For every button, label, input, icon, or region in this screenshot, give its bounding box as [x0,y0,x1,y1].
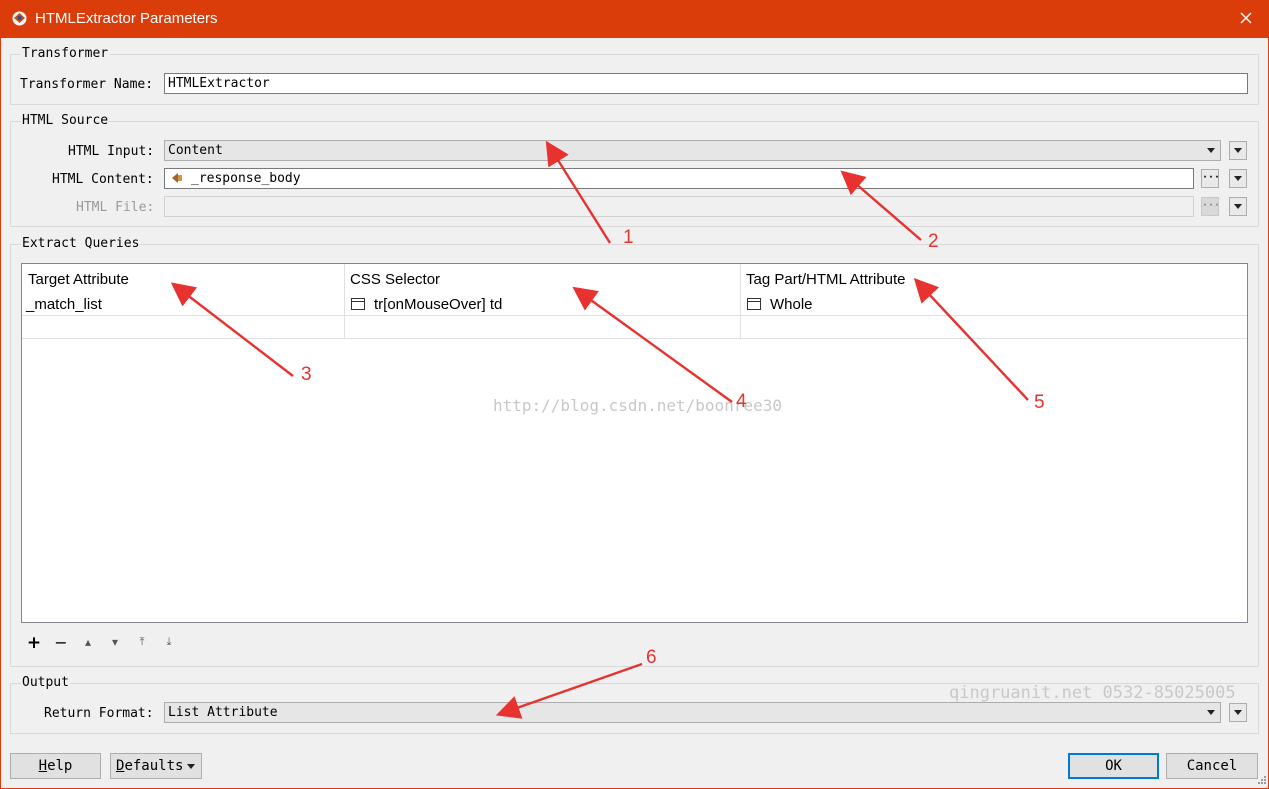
html-content-field[interactable]: _response_body [164,168,1194,189]
html-file-menu-button[interactable] [1229,197,1247,216]
html-input-menu-button[interactable] [1229,141,1247,160]
annotation-label: 4 [736,391,747,412]
html-source-group-title: HTML Source [21,113,110,128]
html-input-value: Content [168,143,223,158]
cell-type-icon [351,298,365,310]
html-input-label: HTML Input: [68,144,155,159]
transformer-name-field[interactable]: HTMLExtractor [164,73,1248,94]
move-up-button[interactable]: ▴ [80,635,96,651]
column-divider [344,264,345,339]
resize-grip-icon[interactable] [1255,775,1267,787]
return-format-dropdown[interactable]: List Attribute [164,702,1221,723]
window-title: HTMLExtractor Parameters [35,10,218,27]
html-file-field[interactable] [164,196,1194,217]
title-bar: HTMLExtractor Parameters [0,0,1269,38]
row-divider [22,338,1247,339]
remove-row-button[interactable]: − [53,633,69,652]
annotation-label: 5 [1034,392,1045,413]
cell-tag-part[interactable]: Whole [770,296,813,313]
annotation-label: 1 [623,227,634,248]
move-down-button[interactable]: ▾ [107,635,123,651]
add-row-button[interactable]: + [26,633,42,653]
watermark-text: qingruanit.net 0532-85025005 [949,683,1236,703]
annotation-label: 2 [928,231,939,252]
html-content-edit-button[interactable]: ··· [1201,169,1220,188]
fme-transformer-icon [12,11,27,26]
chevron-down-icon [187,764,195,769]
chevron-down-icon [1207,148,1215,153]
defaults-button[interactable]: Defaults [110,753,202,779]
chevron-down-icon [1207,710,1215,715]
html-content-menu-button[interactable] [1229,169,1247,188]
column-divider [740,264,741,339]
annotation-label: 6 [646,647,657,668]
row-divider [22,315,1247,316]
cell-css-selector[interactable]: tr[onMouseOver] td [374,296,502,313]
transformer-name-label: Transformer Name: [20,77,154,92]
attribute-source-icon [172,173,182,183]
extract-queries-group-title: Extract Queries [21,236,141,251]
column-header-css-selector[interactable]: CSS Selector [350,271,440,288]
move-to-top-button[interactable]: ⤒ [134,635,150,651]
return-format-value: List Attribute [168,705,278,720]
close-icon[interactable] [1237,9,1255,27]
html-file-browse-button[interactable]: ··· [1201,197,1220,216]
column-header-target-attribute[interactable]: Target Attribute [28,271,129,288]
return-format-menu-button[interactable] [1229,703,1247,722]
move-to-bottom-button[interactable]: ⤓ [161,635,177,651]
cell-target-attribute[interactable]: _match_list [26,296,102,313]
html-content-label: HTML Content: [52,172,154,187]
column-header-tag-part[interactable]: Tag Part/HTML Attribute [746,271,906,288]
html-file-label: HTML File: [76,200,155,215]
help-button[interactable]: Help [10,753,101,779]
annotation-label: 3 [301,364,312,385]
ok-button[interactable]: OK [1068,753,1159,779]
cancel-button[interactable]: Cancel [1166,753,1258,779]
cell-type-icon [747,298,761,310]
return-format-label: Return Format: [44,706,154,721]
output-group-title: Output [21,675,70,690]
queries-table: Target Attribute CSS Selector Tag Part/H… [21,263,1248,623]
transformer-group-title: Transformer [21,46,110,61]
html-input-dropdown[interactable]: Content [164,140,1221,161]
